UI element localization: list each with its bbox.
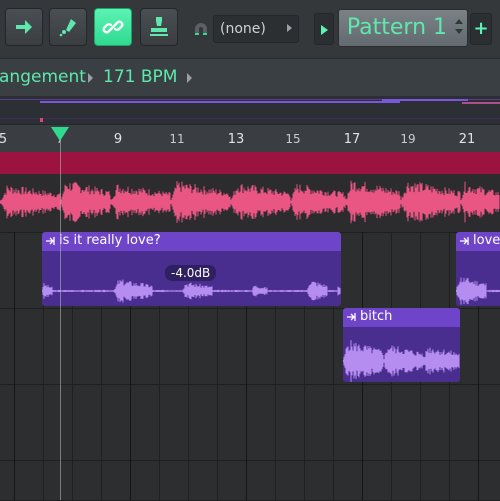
clip-body [343,327,460,382]
overview-graph [0,99,500,122]
audio-track-1[interactable] [0,174,500,233]
link-icon [102,20,124,34]
audio-clip-bitch[interactable]: bitch [343,308,460,382]
clip-header[interactable]: is it really love? [42,232,341,251]
channel-select[interactable]: (none) [213,15,299,43]
chevron-right-icon [187,73,192,83]
clip-body [456,251,500,306]
play-icon [321,25,328,35]
channel-select-value: (none) [220,21,266,37]
automation-band[interactable] [0,152,500,174]
ruler-label: 21 [458,132,476,147]
spin-down-icon [455,29,463,34]
link-tool-button[interactable] [94,8,132,46]
gain-badge[interactable]: -4.0dB [165,265,217,281]
clip-body: -4.0dB [42,251,341,306]
clip-title: is it really love? [59,233,161,248]
clip-menu-icon[interactable] [460,236,469,246]
ruler-label: 15 [285,132,301,146]
playlist-title-bar: angement 171 BPM [0,58,500,97]
ruler-label: 11 [169,132,185,146]
pattern-spinner[interactable] [455,19,463,39]
ruler-label: 13 [227,132,245,147]
waveform-purple [343,340,460,382]
timeline-ruler[interactable]: 5 7 9 11 13 15 17 19 21 [0,124,500,153]
clip-header[interactable]: bitch [343,308,460,327]
grid-line [14,232,15,500]
waveform-pink [0,180,500,224]
playlist-overview[interactable] [0,96,500,124]
pattern-play-button[interactable] [314,13,334,45]
spin-up-icon [455,19,463,24]
ruler-label: 9 [113,132,123,147]
audio-clip-love[interactable]: love [456,232,500,306]
stamp-icon [150,17,168,36]
toolbar: (none) Pattern 1 + [0,0,500,58]
playhead-marker-icon[interactable] [51,127,69,141]
clip-header[interactable]: love [456,232,500,251]
track-lane-5[interactable] [0,460,500,501]
clip-menu-icon[interactable] [46,236,55,246]
track-lane-4[interactable] [0,384,500,461]
clip-title: bitch [360,309,393,324]
ruler-label: 17 [343,132,361,147]
breadcrumb-playlist[interactable]: angement [0,67,86,87]
tempo-display[interactable]: 171 BPM [103,67,177,87]
paint-tool-button[interactable] [49,8,87,46]
pattern-label: Pattern 1 [346,15,447,40]
clip-title: love [473,233,500,248]
stamp-tool-button[interactable] [140,8,178,46]
magnet-icon[interactable] [192,20,210,38]
chevron-right-icon [88,73,93,83]
ruler-label: 5 [0,132,8,147]
arrow-right-icon [16,20,32,34]
chevron-right-icon [287,24,292,32]
waveform-purple [456,277,500,305]
pattern-selector[interactable]: Pattern 1 [338,9,468,47]
ruler-label: 19 [400,132,416,146]
playhead-line [60,140,61,500]
arrow-tool-button[interactable] [5,8,43,46]
clip-menu-icon[interactable] [347,312,356,322]
brush-icon [59,19,76,37]
audio-clip-is-it-really-love[interactable]: is it really love? -4.0dB [42,232,341,306]
add-pattern-button[interactable]: + [470,13,492,45]
